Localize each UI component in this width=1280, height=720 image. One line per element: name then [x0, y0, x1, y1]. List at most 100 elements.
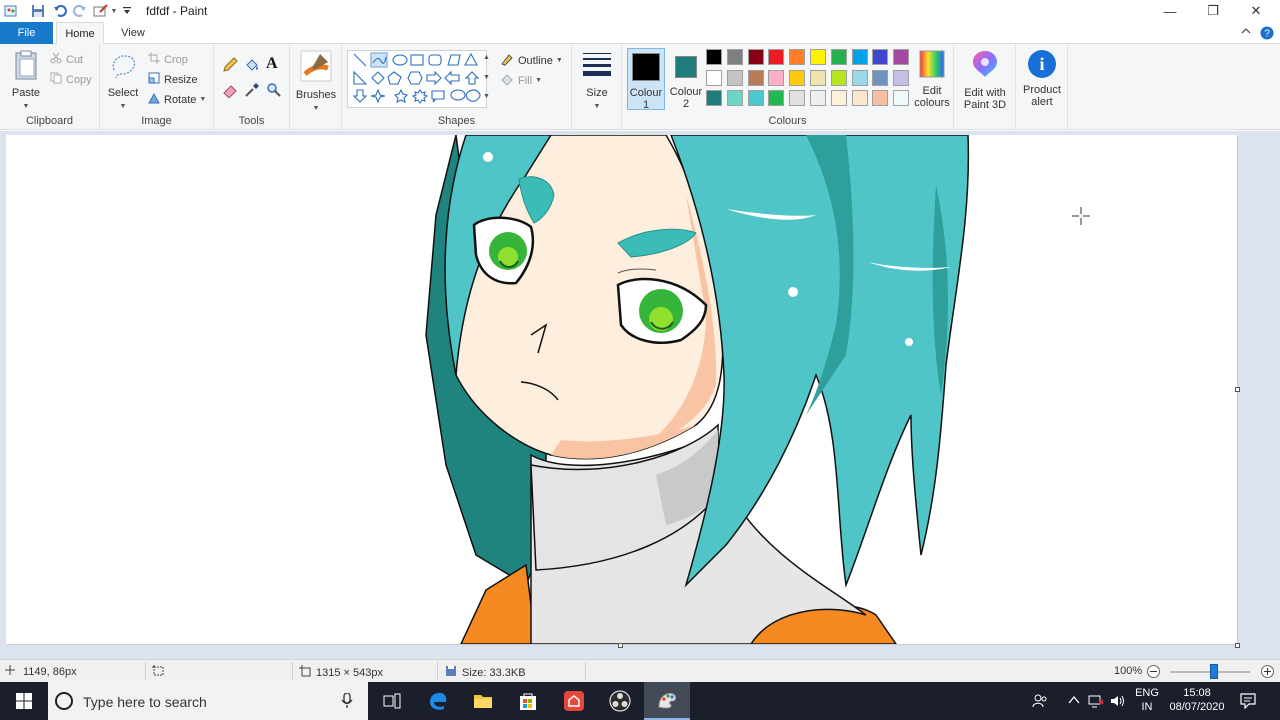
- magnifier-icon[interactable]: [266, 82, 282, 101]
- product-alert-button[interactable]: i Product alert: [1018, 50, 1066, 108]
- zoom-slider-thumb[interactable]: [1210, 664, 1218, 679]
- palette-swatch[interactable]: [893, 90, 910, 106]
- edit-colours-button[interactable]: Edit colours: [912, 50, 952, 109]
- palette-swatch[interactable]: [726, 49, 743, 65]
- color-picker-icon[interactable]: [244, 82, 260, 101]
- fill-icon[interactable]: [244, 57, 260, 76]
- save-icon[interactable]: [30, 3, 46, 19]
- palette-swatch[interactable]: [830, 90, 847, 106]
- palette-swatch[interactable]: [706, 49, 722, 65]
- palette-swatch[interactable]: [789, 90, 806, 106]
- palette-swatch[interactable]: [810, 90, 826, 106]
- fill-button[interactable]: Fill ▼: [500, 72, 542, 89]
- edit-with-paint3d-button[interactable]: Edit with Paint 3D: [958, 50, 1012, 111]
- paint-qa-icon[interactable]: [92, 3, 110, 19]
- resize-handle-bottom[interactable]: [618, 643, 623, 648]
- tab-view[interactable]: View: [108, 22, 158, 44]
- cut-button[interactable]: Cut: [50, 52, 83, 67]
- select-button[interactable]: Select ▼: [106, 50, 140, 113]
- notification-icon[interactable]: [1240, 693, 1256, 712]
- shapes-scroll-up[interactable]: ▲: [483, 54, 490, 61]
- palette-swatch[interactable]: [830, 69, 847, 86]
- obs-icon[interactable]: [598, 682, 642, 720]
- volume-icon[interactable]: [1110, 694, 1126, 711]
- palette-swatch[interactable]: [851, 90, 868, 106]
- palette-swatch[interactable]: [872, 49, 889, 65]
- colour1-button[interactable]: Colour 1: [627, 48, 665, 111]
- size-button[interactable]: Size ▼: [578, 50, 616, 113]
- palette-swatch[interactable]: [789, 69, 806, 86]
- taskbar: Type here to search ENG IN 15:08 08/07/2…: [0, 682, 1280, 720]
- rotate-button[interactable]: Rotate ▼: [148, 92, 206, 107]
- palette-swatch[interactable]: [768, 90, 785, 106]
- maximize-button[interactable]: ❐: [1191, 0, 1235, 22]
- palette-swatch[interactable]: [810, 49, 826, 65]
- palette-swatch[interactable]: [726, 90, 743, 106]
- palette-swatch[interactable]: [726, 69, 743, 86]
- shapes-gallery[interactable]: [347, 50, 487, 108]
- zoom-level: 100%: [1114, 665, 1143, 677]
- network-icon[interactable]: [1088, 694, 1104, 711]
- collapse-ribbon-icon[interactable]: [1241, 26, 1251, 39]
- file-explorer-icon[interactable]: [461, 682, 505, 720]
- chevron-up-icon[interactable]: [1068, 695, 1080, 708]
- palette-swatch[interactable]: [747, 49, 764, 65]
- palette-swatch[interactable]: [768, 69, 785, 86]
- palette-swatch[interactable]: [851, 69, 868, 86]
- resize-button[interactable]: Resize: [148, 72, 198, 87]
- paint-qa-dropdown[interactable]: ▼: [111, 3, 118, 19]
- clock[interactable]: 15:08 08/07/2020: [1164, 686, 1230, 714]
- tab-file[interactable]: File: [0, 22, 53, 44]
- eraser-icon[interactable]: [222, 82, 238, 101]
- crop-button[interactable]: Crop: [148, 52, 188, 67]
- app-icon-red[interactable]: [552, 682, 596, 720]
- taskbar-search[interactable]: Type here to search: [48, 682, 368, 720]
- redo-icon[interactable]: [72, 3, 88, 19]
- paint-taskbar-icon[interactable]: [644, 682, 690, 720]
- store-icon[interactable]: [506, 682, 550, 720]
- paint-app-icon[interactable]: [4, 3, 18, 19]
- cut-label: Cut: [66, 53, 84, 66]
- copy-button[interactable]: Copy: [50, 72, 92, 87]
- palette-swatch[interactable]: [851, 49, 868, 65]
- palette-swatch[interactable]: [789, 49, 806, 65]
- colour1-swatch: [632, 53, 660, 81]
- resize-handle-right[interactable]: [1235, 387, 1240, 392]
- palette-swatch[interactable]: [872, 69, 889, 86]
- palette-swatch[interactable]: [747, 69, 764, 86]
- shapes-scroll-down[interactable]: ▼: [483, 74, 490, 81]
- resize-handle-corner[interactable]: [1235, 643, 1240, 648]
- zoom-in-icon[interactable]: [1261, 665, 1274, 681]
- palette-swatch[interactable]: [747, 90, 764, 106]
- palette-swatch[interactable]: [706, 69, 722, 86]
- palette-swatch[interactable]: [830, 49, 847, 65]
- palette-swatch[interactable]: [893, 69, 910, 86]
- microphone-icon[interactable]: [341, 692, 353, 712]
- selection-size: [152, 665, 164, 680]
- text-icon[interactable]: A: [266, 55, 278, 73]
- palette-swatch[interactable]: [893, 49, 910, 65]
- input-language[interactable]: ENG IN: [1134, 686, 1160, 714]
- palette-swatch[interactable]: [872, 90, 889, 106]
- edge-icon[interactable]: [416, 682, 460, 720]
- palette-swatch[interactable]: [810, 69, 826, 86]
- brushes-button[interactable]: Brushes ▼: [295, 50, 337, 115]
- people-icon[interactable]: [1032, 693, 1048, 712]
- palette-swatch[interactable]: [768, 49, 785, 65]
- pencil-icon[interactable]: [222, 57, 238, 76]
- help-icon[interactable]: ?: [1260, 26, 1274, 43]
- minimize-button[interactable]: —: [1148, 0, 1192, 22]
- drawing-canvas[interactable]: [6, 135, 1237, 644]
- colour2-button[interactable]: Colour 2: [667, 48, 705, 110]
- paste-button[interactable]: Paste ▼: [8, 50, 44, 113]
- outline-button[interactable]: Outline ▼: [500, 52, 563, 69]
- customize-qa-icon[interactable]: [122, 3, 132, 19]
- task-view-icon[interactable]: [370, 682, 414, 720]
- tab-home[interactable]: Home: [56, 22, 104, 45]
- zoom-out-icon[interactable]: [1147, 665, 1160, 681]
- undo-icon[interactable]: [52, 3, 68, 19]
- windows-start-icon[interactable]: [0, 682, 48, 720]
- close-button[interactable]: ✕: [1234, 0, 1278, 22]
- shapes-more[interactable]: ▼: [483, 93, 490, 100]
- palette-swatch[interactable]: [706, 90, 722, 106]
